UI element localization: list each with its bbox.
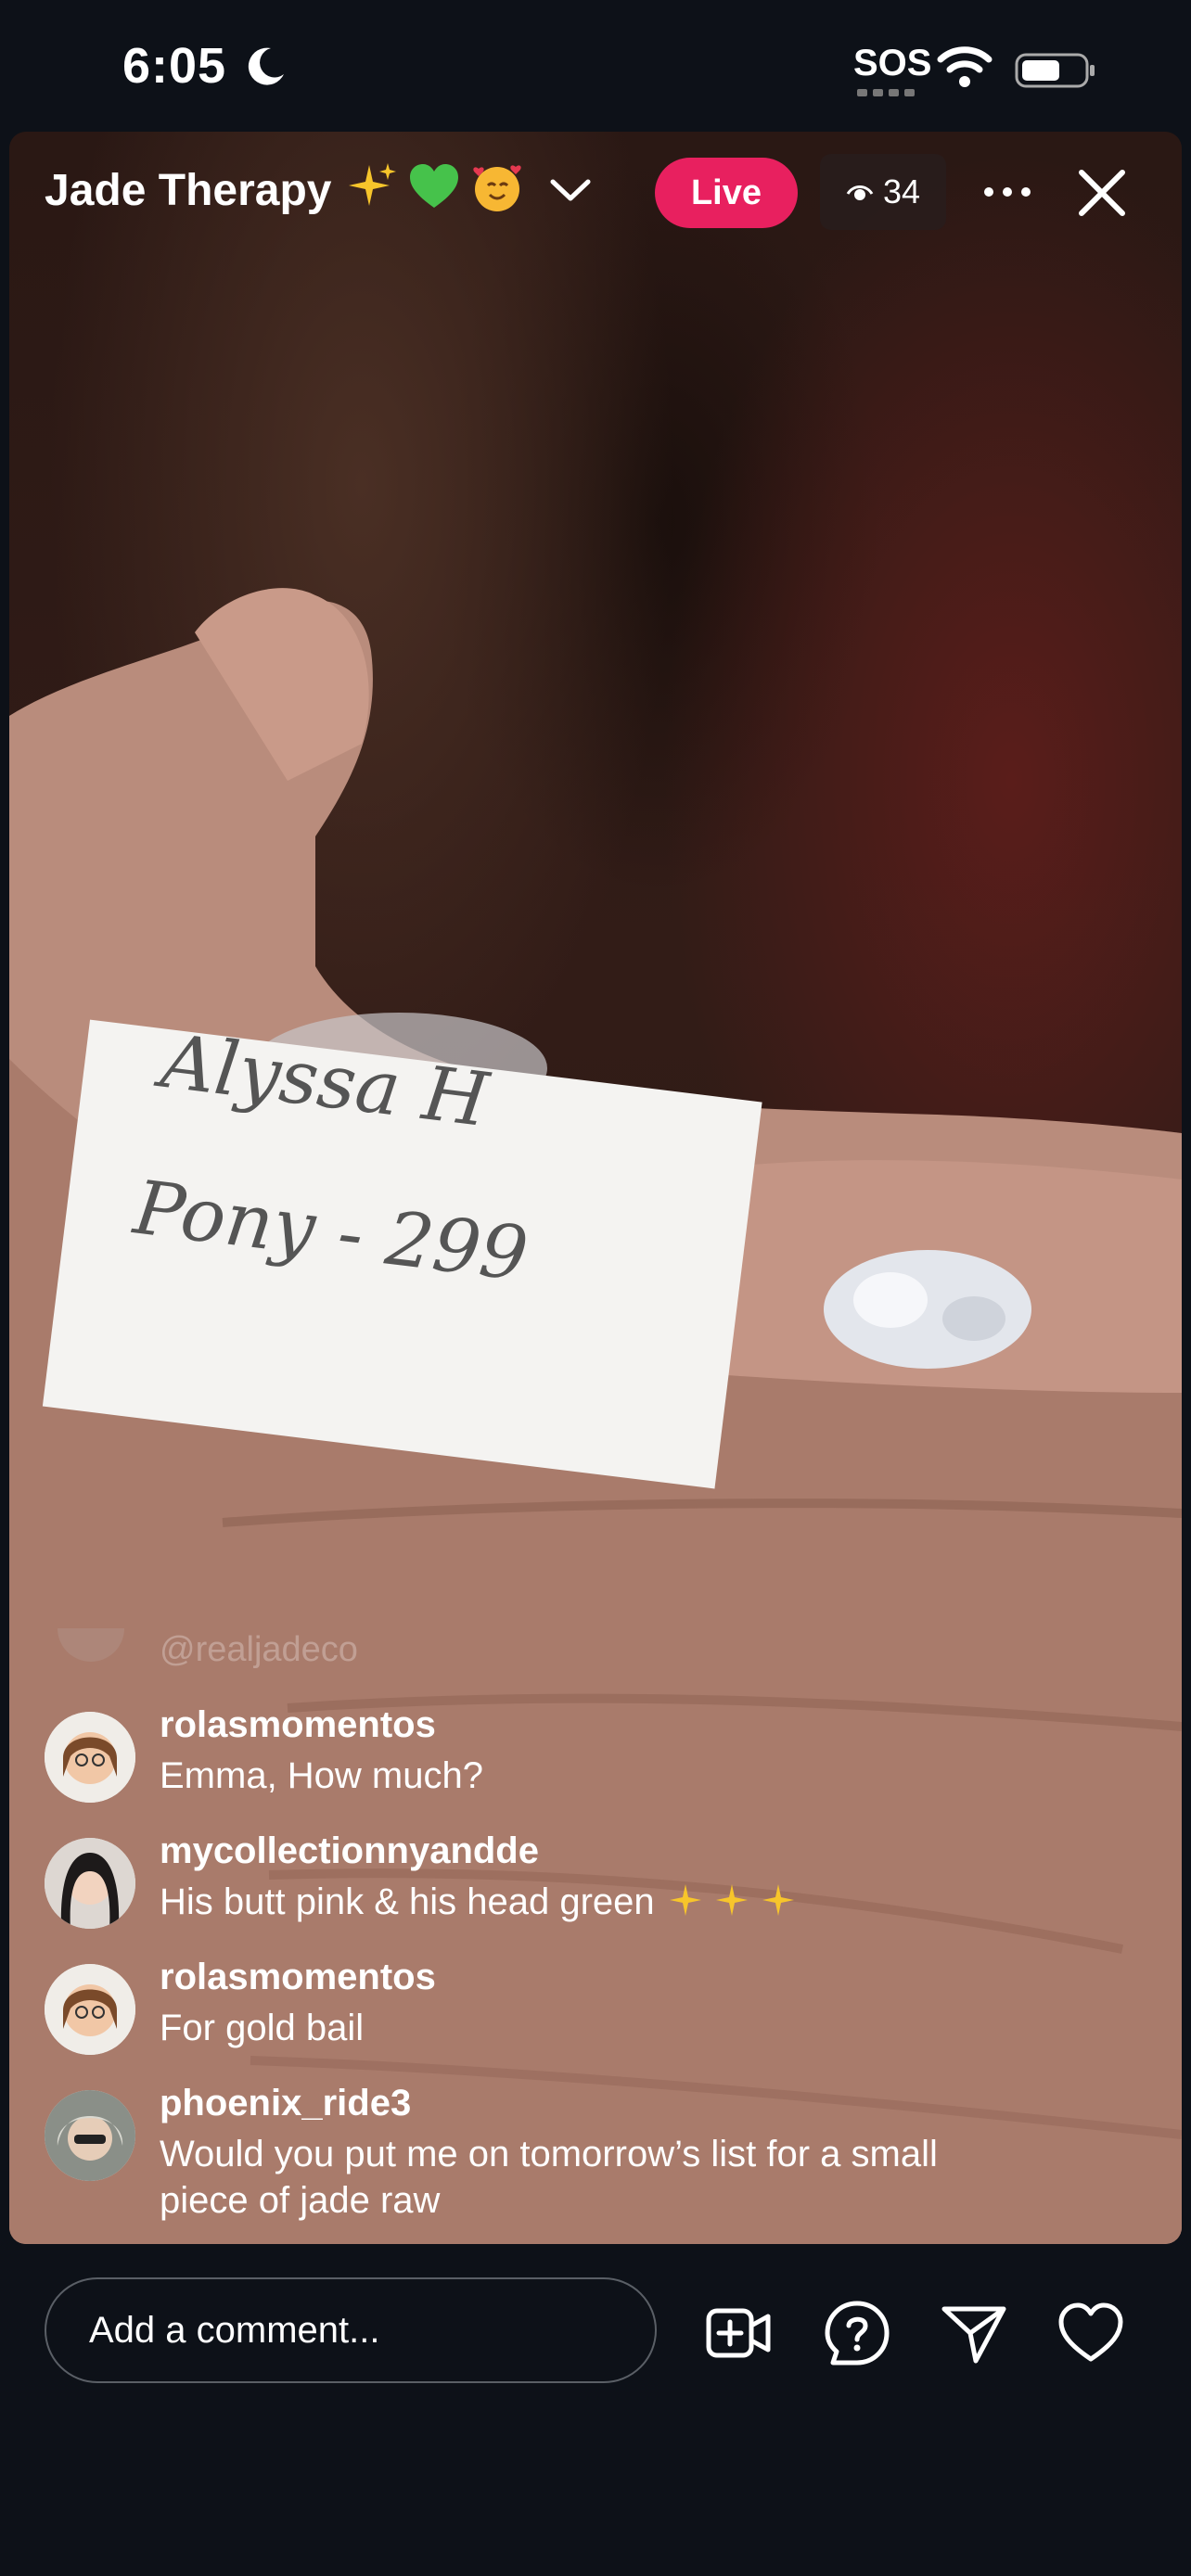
stream-title[interactable]: Jade Therapy [45,165,331,216]
status-bar: 6:05 SOS [0,0,1191,130]
smiling-hearts-icon [473,165,521,211]
heart-icon[interactable] [1056,2298,1126,2368]
wifi-icon [937,46,992,87]
card-line-1: Alyssa H [157,1017,493,1144]
video-add-icon[interactable] [703,2298,774,2368]
live-video[interactable]: Alyssa H Pony - 299 [9,132,1182,2244]
chevron-down-icon[interactable] [549,176,592,204]
question-icon[interactable] [822,2298,892,2368]
handwritten-card: Alyssa H Pony - 299 [109,961,727,1417]
sos-indicator: SOS [853,43,932,83]
moon-icon [248,47,284,85]
eye-icon [846,185,874,200]
avatar[interactable] [45,1964,135,2055]
comment-username[interactable]: rolasmomentos [160,1704,436,1746]
comment-username[interactable]: rolasmomentos [160,1957,436,1998]
status-time: 6:05 [122,38,227,94]
comment-text: His butt pink & his head green [160,1879,804,1925]
comment-text-line-2: piece of jade raw [160,2180,441,2221]
card-line-2: Pony - 299 [129,1164,532,1298]
green-heart-icon [410,164,458,208]
viewer-count[interactable]: 34 [820,154,946,230]
more-options-icon[interactable] [981,178,1033,206]
send-icon[interactable] [939,2298,1009,2368]
comment-username[interactable]: mycollectionnyandde [160,1830,539,1872]
comment-username[interactable]: phoenix_ride3 [160,2083,411,2124]
sparkles-icon [349,163,396,206]
live-badge: Live [655,158,798,228]
comment-text-line-1: Would you put me on tomorrow’s list for … [160,2134,938,2174]
avatar[interactable] [45,1712,135,1803]
comment-text: Emma, How much? [160,1755,483,1796]
signal-dots [857,89,916,96]
comment-input-placeholder: Add a comment... [89,2309,380,2351]
comment-input[interactable]: Add a comment... [45,2277,657,2383]
close-icon[interactable] [1076,167,1128,219]
comment-text: For gold bail [160,2008,365,2048]
viewer-count-value: 34 [882,172,921,210]
battery-icon [1015,53,1095,88]
avatar[interactable] [45,1838,135,1929]
comment-text: Would you put me on tomorrow’s list for … [160,2131,938,2224]
avatar[interactable] [45,2090,135,2181]
comment-text-body: His butt pink & his head green [160,1881,655,1922]
faded-comment: @realjadeco [160,1630,358,1669]
sparkles-icon [669,1884,794,1916]
